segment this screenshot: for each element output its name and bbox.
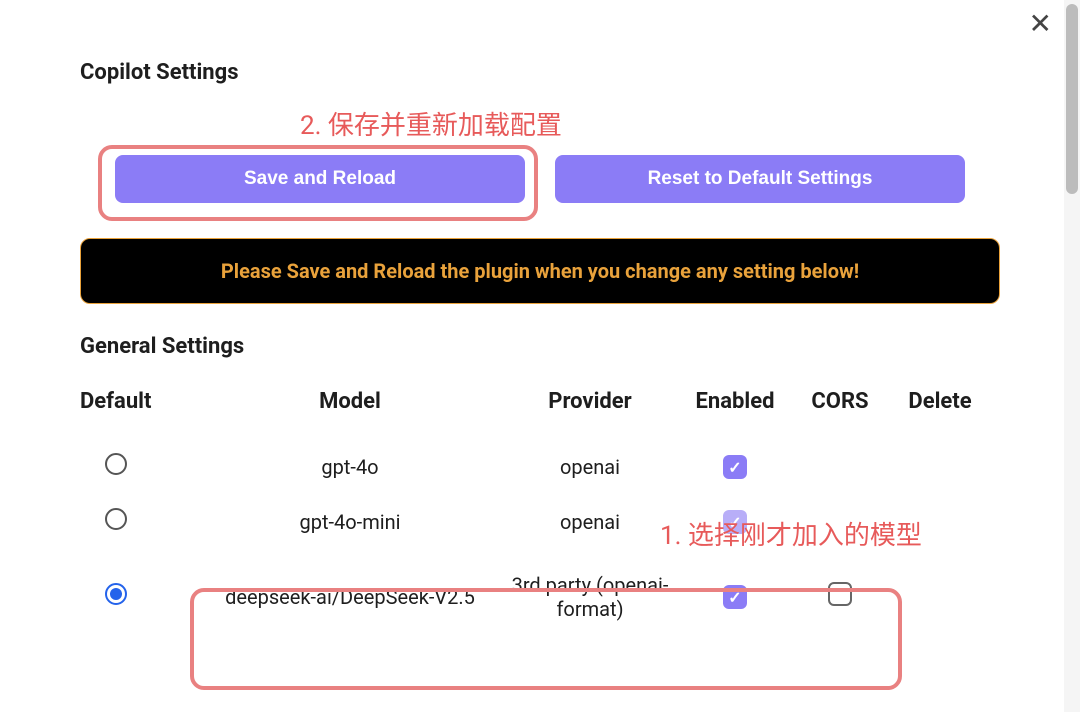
col-header-default: Default (80, 389, 200, 414)
reset-defaults-button[interactable]: Reset to Default Settings (555, 155, 965, 203)
col-header-provider: Provider (500, 389, 680, 414)
annotation-step1-text: 1. 选择刚才加入的模型 (660, 515, 922, 552)
general-settings-heading: General Settings (80, 334, 1000, 359)
provider-cell: 3rd party (openai-format) (500, 573, 680, 621)
model-cell: gpt-4o-mini (200, 510, 500, 534)
save-reload-button[interactable]: Save and Reload (115, 155, 525, 203)
annotation-step2-text: 2. 保存并重新加载配置 (300, 105, 562, 142)
col-header-delete: Delete (890, 389, 990, 414)
model-cell: deepseek-ai/DeepSeek-V2.5 (200, 585, 500, 609)
scrollbar-thumb[interactable] (1066, 4, 1078, 194)
enabled-checkbox[interactable]: ✓ (723, 585, 747, 609)
enabled-checkbox[interactable]: ✓ (723, 455, 747, 479)
default-radio[interactable] (105, 583, 127, 605)
scrollbar-track[interactable] (1064, 0, 1080, 712)
col-header-enabled: Enabled (680, 389, 790, 414)
provider-cell: openai (500, 455, 680, 479)
warning-banner: Please Save and Reload the plugin when y… (80, 238, 1000, 304)
default-radio[interactable] (105, 508, 127, 530)
col-header-model: Model (200, 389, 500, 414)
provider-cell: openai (500, 510, 680, 534)
table-row: deepseek-ai/DeepSeek-V2.5 3rd party (ope… (80, 549, 1000, 644)
model-cell: gpt-4o (200, 455, 500, 479)
page-title: Copilot Settings (80, 60, 1000, 85)
default-radio[interactable] (105, 453, 127, 475)
close-icon[interactable]: ✕ (1029, 10, 1052, 38)
table-row: gpt-4o openai ✓ (80, 439, 1000, 494)
cors-checkbox[interactable] (828, 582, 852, 606)
col-header-cors: CORS (790, 389, 890, 414)
